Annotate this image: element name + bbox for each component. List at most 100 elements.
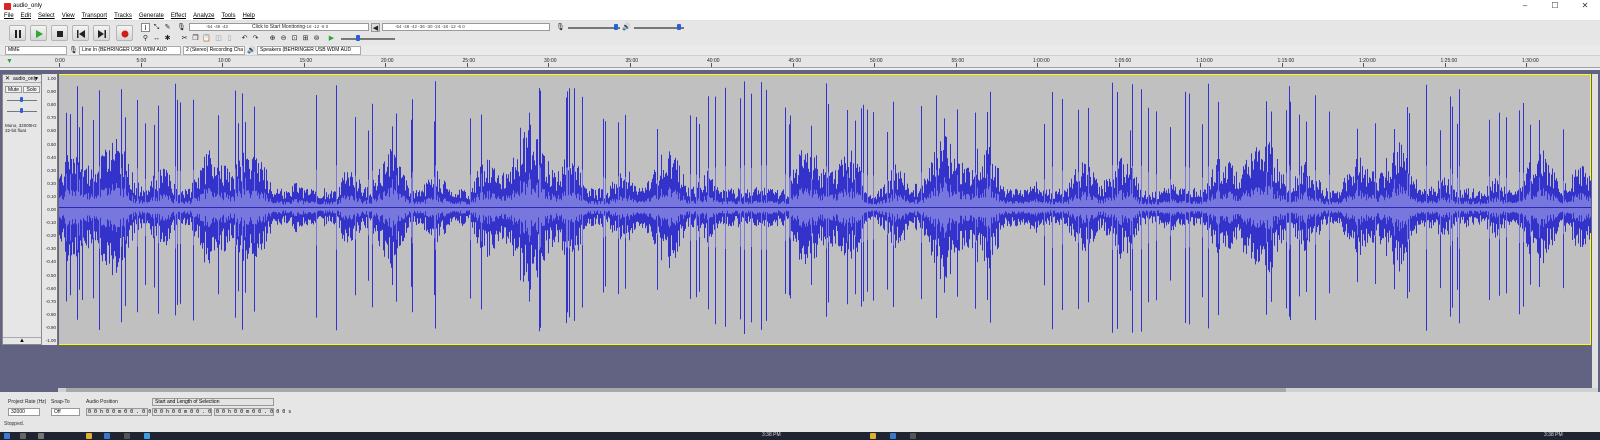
record-button[interactable] bbox=[116, 25, 133, 41]
output-speaker-icon: 🔊 bbox=[247, 47, 256, 54]
menu-transport[interactable]: Transport bbox=[82, 13, 107, 19]
start-icon[interactable] bbox=[4, 433, 10, 439]
amplitude-ruler-label: -1.00 bbox=[45, 338, 56, 343]
app-taskbar-icon[interactable] bbox=[144, 433, 150, 439]
zoom-tool-icon[interactable]: ⚲ bbox=[141, 34, 150, 43]
timeline-tick-mark bbox=[1281, 63, 1283, 67]
selection-mode-select[interactable]: Start and Length of Selection bbox=[152, 398, 274, 406]
menu-tracks[interactable]: Tracks bbox=[114, 13, 132, 19]
menu-view[interactable]: View bbox=[62, 13, 75, 19]
selection-tool-icon[interactable]: I bbox=[141, 23, 150, 32]
waveform-area[interactable] bbox=[59, 74, 1591, 345]
close-track-icon[interactable]: ✕ bbox=[5, 75, 10, 83]
trim-icon[interactable]: ◫ bbox=[214, 34, 223, 43]
paste-icon[interactable]: 📋 bbox=[202, 34, 211, 43]
undo-icon[interactable]: ↶ bbox=[240, 34, 249, 43]
audacity-taskbar-icon[interactable] bbox=[124, 433, 130, 439]
pin-playhead-icon[interactable]: ▼ bbox=[6, 58, 13, 65]
amplitude-ruler[interactable]: 1.00 0.90 0.80 0.70 0.60 0.50 0.40 0.30 0.20 0.10… bbox=[42, 74, 58, 345]
browser-icon[interactable] bbox=[104, 433, 110, 439]
collapse-track-button[interactable]: ▲ bbox=[3, 337, 41, 344]
taskview-icon[interactable] bbox=[38, 433, 44, 439]
device-toolbar: MME 🎙 Line In (BEHRINGER USB WDM AUD 2 (… bbox=[0, 45, 1600, 56]
selection-start-field[interactable]: 0 0 h 0 0 m 0 0 . 0 0 0 s bbox=[152, 408, 229, 416]
amplitude-ruler-label: -0.50 bbox=[45, 272, 56, 278]
playback-device-select[interactable]: Speakers (BEHRINGER USB WDM AUD bbox=[257, 46, 361, 55]
track-name-menu[interactable]: ✕ audio_only ▼ bbox=[3, 75, 41, 83]
draw-tool-icon[interactable]: ✎ bbox=[163, 23, 172, 32]
timeline-tick-label: 35:00 bbox=[625, 58, 639, 64]
timeline-ruler[interactable]: ▼ 0:00 5:00 10:00 15:00 20:00 25:00 30:00 35:00… bbox=[0, 56, 1600, 68]
search-icon[interactable] bbox=[20, 433, 26, 439]
fit-project-icon[interactable]: ⊞ bbox=[301, 34, 310, 43]
gain-knob[interactable] bbox=[20, 97, 23, 102]
menu-file[interactable]: File bbox=[4, 13, 14, 19]
record-icon bbox=[121, 30, 129, 38]
skip-to-end-button[interactable] bbox=[93, 25, 110, 41]
play-speed-knob[interactable] bbox=[356, 35, 360, 41]
maximize-icon[interactable]: ☐ bbox=[1540, 0, 1570, 12]
minimize-icon[interactable]: – bbox=[1510, 0, 1540, 12]
stop-button[interactable] bbox=[51, 25, 68, 41]
amplitude-ruler-label: -0.90 bbox=[45, 324, 56, 330]
multi-tool-icon[interactable]: ✱ bbox=[163, 34, 172, 43]
recording-channels-select[interactable]: 2 (Stereo) Recording Cha bbox=[183, 46, 245, 55]
skip-to-start-button[interactable] bbox=[72, 25, 89, 41]
vertical-scrollbar[interactable] bbox=[1592, 74, 1598, 388]
cut-icon[interactable]: ✂ bbox=[180, 34, 189, 43]
menu-help[interactable]: Help bbox=[242, 13, 254, 19]
microphone-icon[interactable]: 🎙 bbox=[177, 23, 186, 32]
snap-to-select[interactable]: Off bbox=[51, 408, 80, 416]
monitoring-prompt[interactable]: Click to Start Monitoring bbox=[252, 24, 305, 30]
record-meter[interactable]: -54 -48 -42 Click to Start Monitoring -1… bbox=[189, 23, 369, 31]
recording-volume-slider[interactable] bbox=[568, 27, 620, 29]
close-icon[interactable]: ✕ bbox=[1570, 0, 1600, 12]
selection-length-field[interactable]: 0 0 h 0 0 m 0 0 . 0 0 0 s bbox=[214, 408, 291, 416]
menu-tools[interactable]: Tools bbox=[221, 13, 235, 19]
audacity-logo-icon bbox=[4, 2, 11, 10]
menu-edit[interactable]: Edit bbox=[21, 13, 31, 19]
menu-select[interactable]: Select bbox=[38, 13, 55, 19]
play-at-speed-icon[interactable]: ▶ bbox=[327, 34, 336, 43]
playback-volume-knob[interactable] bbox=[677, 24, 681, 30]
menu-effect[interactable]: Effect bbox=[171, 13, 186, 19]
silence-icon[interactable]: ▯ bbox=[225, 34, 234, 43]
explorer-icon[interactable] bbox=[86, 433, 92, 439]
pan-knob[interactable] bbox=[20, 108, 23, 113]
timeline-tick-label: 25:00 bbox=[462, 58, 476, 64]
timeline-tick-mark bbox=[303, 63, 305, 67]
play-button[interactable] bbox=[30, 25, 47, 41]
copy-icon[interactable]: ❐ bbox=[191, 34, 200, 43]
timeshift-tool-icon[interactable]: ↔ bbox=[152, 34, 161, 43]
audio-position-label: Audio Position bbox=[86, 399, 118, 405]
solo-button[interactable]: Solo bbox=[23, 86, 40, 93]
timeline-tick-mark bbox=[466, 63, 468, 67]
play-speed-slider[interactable] bbox=[341, 38, 395, 40]
fit-selection-icon[interactable]: ⊡ bbox=[290, 34, 299, 43]
audacity-taskbar-icon-2[interactable] bbox=[910, 433, 916, 439]
zoom-toggle-icon[interactable]: ⊚ bbox=[312, 34, 321, 43]
timeline-tick-label: 1:10:00 bbox=[1196, 58, 1213, 64]
title-bar: audio_only – ☐ ✕ bbox=[0, 0, 1600, 12]
envelope-tool-icon[interactable]: ⤡ bbox=[152, 23, 161, 32]
explorer-icon-2[interactable] bbox=[870, 433, 876, 439]
playback-meter[interactable]: -54 -48 -42 -36 -30 -24 -18 -12 -6 0 bbox=[382, 23, 550, 31]
amplitude-ruler-label: 0.30 bbox=[47, 167, 56, 173]
audio-host-select[interactable]: MME bbox=[5, 46, 67, 55]
zoom-in-icon[interactable]: ⊕ bbox=[268, 34, 277, 43]
menu-analyze[interactable]: Analyze bbox=[193, 13, 214, 19]
menu-generate[interactable]: Generate bbox=[139, 13, 164, 19]
project-rate-select[interactable]: 32000 bbox=[8, 408, 40, 416]
zoom-out-icon[interactable]: ⊖ bbox=[279, 34, 288, 43]
recording-device-select[interactable]: Line In (BEHRINGER USB WDM AUD bbox=[79, 46, 181, 55]
audacity-window: audio_only – ☐ ✕ File Edit Select View T… bbox=[0, 0, 1600, 440]
pause-button[interactable] bbox=[9, 25, 26, 41]
speaker-icon[interactable]: ◀ bbox=[371, 23, 380, 32]
audio-position-field[interactable]: 0 0 h 0 0 m 0 0 . 0 0 0 s bbox=[86, 408, 163, 416]
timeline-tick-label: 1:20:00 bbox=[1359, 58, 1376, 64]
recording-volume-knob[interactable] bbox=[614, 24, 618, 30]
browser-icon-2[interactable] bbox=[890, 433, 896, 439]
menu-bar: File Edit Select View Transport Tracks G… bbox=[0, 12, 1600, 21]
redo-icon[interactable]: ↷ bbox=[251, 34, 260, 43]
mute-button[interactable]: Mute bbox=[5, 86, 22, 93]
